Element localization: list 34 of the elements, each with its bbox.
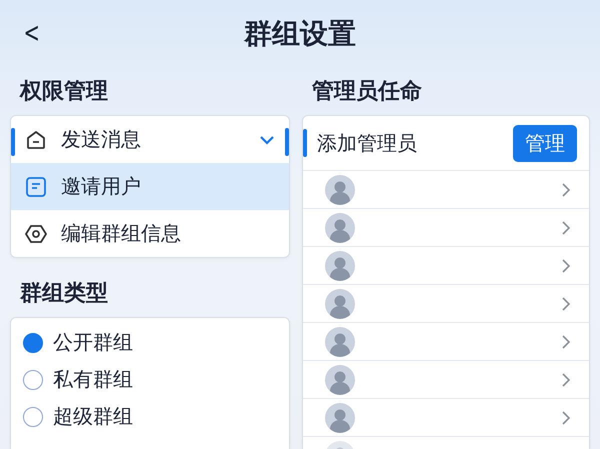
option-label: 发送消息 bbox=[61, 126, 141, 153]
dropdown-option[interactable]: 邀请用户 bbox=[11, 163, 289, 210]
page-title: 群组设置 bbox=[244, 16, 356, 52]
document-icon bbox=[25, 176, 47, 198]
chevron-right-icon bbox=[561, 334, 571, 350]
avatar-icon bbox=[325, 250, 355, 280]
back-button[interactable]: < bbox=[19, 16, 44, 49]
hexagon-icon bbox=[25, 222, 47, 244]
chevron-right-icon bbox=[561, 220, 571, 236]
manage-button[interactable]: 管理 bbox=[513, 124, 577, 162]
chevron-right-icon bbox=[561, 258, 571, 274]
chevron-right-icon bbox=[561, 182, 571, 198]
radio-button[interactable] bbox=[23, 332, 43, 352]
chevron-right-icon bbox=[561, 372, 571, 388]
radio-label: 超级群组 bbox=[53, 403, 133, 430]
radio-label: 公开群组 bbox=[53, 329, 133, 356]
chevron-right-icon bbox=[561, 410, 571, 426]
section-heading: 管理员任命 bbox=[312, 78, 422, 106]
avatar-icon bbox=[325, 326, 355, 356]
avatar-icon bbox=[325, 364, 355, 394]
add-admin-label: 添加管理员 bbox=[317, 130, 417, 156]
dropdown-option[interactable]: 编辑群组信息 bbox=[11, 210, 289, 257]
radio-button[interactable] bbox=[23, 406, 43, 426]
avatar-icon bbox=[325, 288, 355, 318]
chevron-right-icon bbox=[561, 296, 571, 312]
avatar-icon bbox=[325, 174, 355, 204]
dropdown-header[interactable]: 发送消息 bbox=[11, 116, 289, 163]
avatar-icon bbox=[325, 402, 355, 432]
avatar-icon bbox=[325, 212, 355, 242]
home-icon bbox=[25, 128, 47, 150]
radio-label: 私有群组 bbox=[53, 366, 133, 393]
section-heading: 群组类型 bbox=[20, 280, 108, 308]
section-heading: 权限管理 bbox=[20, 78, 108, 106]
radio-button[interactable] bbox=[23, 370, 43, 390]
